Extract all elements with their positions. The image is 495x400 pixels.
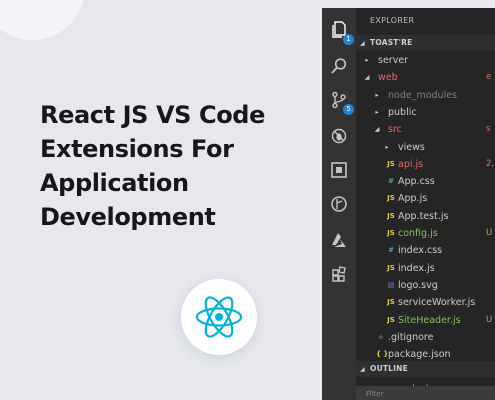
react-icon	[195, 296, 243, 338]
git-status-decoration: s	[486, 124, 491, 135]
file-label: index.js	[398, 262, 435, 274]
activity-debug[interactable]	[329, 126, 349, 146]
chevron-right-icon: ▸	[385, 142, 389, 151]
activity-search[interactable]	[329, 56, 349, 76]
activity-explorer[interactable]: 1	[329, 20, 354, 45]
file-label: SiteHeader.js	[398, 314, 461, 326]
remote-explorer-icon	[331, 162, 347, 178]
file-row[interactable]: JS SiteHeader.js U	[356, 312, 495, 329]
css-file-icon: #	[388, 246, 394, 255]
git-status-decoration: U	[486, 314, 493, 325]
folder-row[interactable]: ▸ server	[356, 52, 495, 69]
article-headline: React JS VS Code Extensions For Applicat…	[40, 101, 265, 231]
debug-icon	[331, 128, 347, 144]
activity-extensions[interactable]	[329, 264, 349, 284]
decorative-circle	[0, 0, 85, 40]
git-file-icon: ◆	[378, 332, 384, 341]
git-status-decoration: e	[486, 72, 492, 83]
folder-row[interactable]: ◢ src s	[356, 121, 495, 138]
folder-label: views	[398, 141, 425, 153]
chevron-down-icon: ◢	[364, 73, 370, 82]
folder-row[interactable]: ▸ node_modules	[356, 87, 495, 104]
activity-remote[interactable]	[329, 160, 349, 180]
javascript-file-icon: JS	[387, 159, 395, 168]
project-name: TOAST'RE	[370, 38, 413, 47]
chevron-right-icon: ▸	[375, 90, 379, 99]
file-row[interactable]: JS index.js	[356, 260, 495, 277]
explorer-title: EXPLORER	[370, 16, 415, 25]
chevron-right-icon: ▸	[375, 107, 379, 116]
javascript-file-icon: JS	[387, 315, 395, 324]
search-icon	[331, 58, 347, 74]
folder-label: node_modules	[388, 89, 458, 101]
folder-label: src	[388, 124, 402, 136]
file-row[interactable]: ▤ logo.svg	[356, 277, 495, 294]
file-row[interactable]: JS config.js U	[356, 225, 495, 242]
chevron-down-icon: ◢	[360, 40, 365, 47]
file-row[interactable]: JS App.test.js	[356, 208, 495, 225]
file-label: App.test.js	[398, 210, 449, 222]
react-logo-badge	[181, 279, 257, 355]
chevron-down-icon: ◢	[374, 125, 380, 134]
explorer-badge: 1	[343, 34, 354, 45]
extensions-icon	[332, 266, 346, 282]
javascript-file-icon: JS	[387, 194, 395, 203]
folder-row[interactable]: ▸ public	[356, 104, 495, 121]
javascript-file-icon: JS	[387, 229, 395, 237]
javascript-file-icon: JS	[387, 263, 395, 272]
outline-filter-input[interactable]: Filter	[356, 386, 495, 400]
file-label: api.js	[398, 158, 424, 170]
vscode-screenshot: 1 5 EXPLORER ◢ TOAST'RE ▸ server ◢ web e…	[322, 8, 495, 400]
javascript-file-icon: JS	[387, 298, 395, 307]
file-label: logo.svg	[398, 279, 438, 291]
gitlens-icon	[331, 196, 347, 212]
file-row[interactable]: JS serviceWorker.js	[356, 294, 495, 311]
activity-bar: 1 5	[322, 8, 356, 400]
javascript-file-icon: JS	[387, 211, 395, 220]
file-row[interactable]: ◆ .gitignore	[356, 329, 495, 346]
source-control-badge: 5	[343, 104, 354, 115]
activity-source-control[interactable]: 5	[329, 90, 354, 115]
file-row[interactable]: # index.css	[356, 242, 495, 259]
file-label: .gitignore	[388, 331, 434, 343]
file-row[interactable]: JSapi.js 2, 1	[356, 156, 495, 173]
folder-label: web	[378, 72, 398, 84]
folder-label: public	[388, 106, 417, 118]
file-label: index.css	[398, 245, 443, 257]
explorer-panel: EXPLORER ◢ TOAST'RE ▸ server ◢ web e ▸ node_mod…	[356, 8, 495, 400]
git-status-decoration: U	[486, 228, 493, 238]
file-row[interactable]: # App.css	[356, 173, 495, 190]
file-row[interactable]: JS App.js	[356, 190, 495, 207]
chevron-right-icon: ▸	[365, 56, 369, 64]
chevron-down-icon: ◢	[360, 366, 365, 373]
project-section-header[interactable]: ◢ TOAST'RE	[356, 35, 495, 51]
outline-section-header[interactable]: ◢ OUTLINE	[356, 361, 495, 377]
activity-azure[interactable]	[329, 230, 349, 250]
azure-icon	[332, 233, 346, 247]
folder-label: server	[378, 55, 409, 66]
git-status-decoration: 2, 1	[486, 158, 495, 169]
svg-file-icon: ▤	[387, 280, 395, 289]
activity-gitlens[interactable]	[329, 194, 349, 214]
file-label: App.css	[398, 176, 435, 188]
folder-row[interactable]: ▸ views	[356, 139, 495, 156]
file-label: config.js	[398, 228, 438, 239]
outline-title: OUTLINE	[370, 364, 408, 373]
folder-row[interactable]: ◢ web e	[356, 69, 495, 86]
css-file-icon: #	[388, 177, 394, 186]
file-label: App.js	[398, 193, 428, 205]
file-label: serviceWorker.js	[398, 297, 476, 309]
